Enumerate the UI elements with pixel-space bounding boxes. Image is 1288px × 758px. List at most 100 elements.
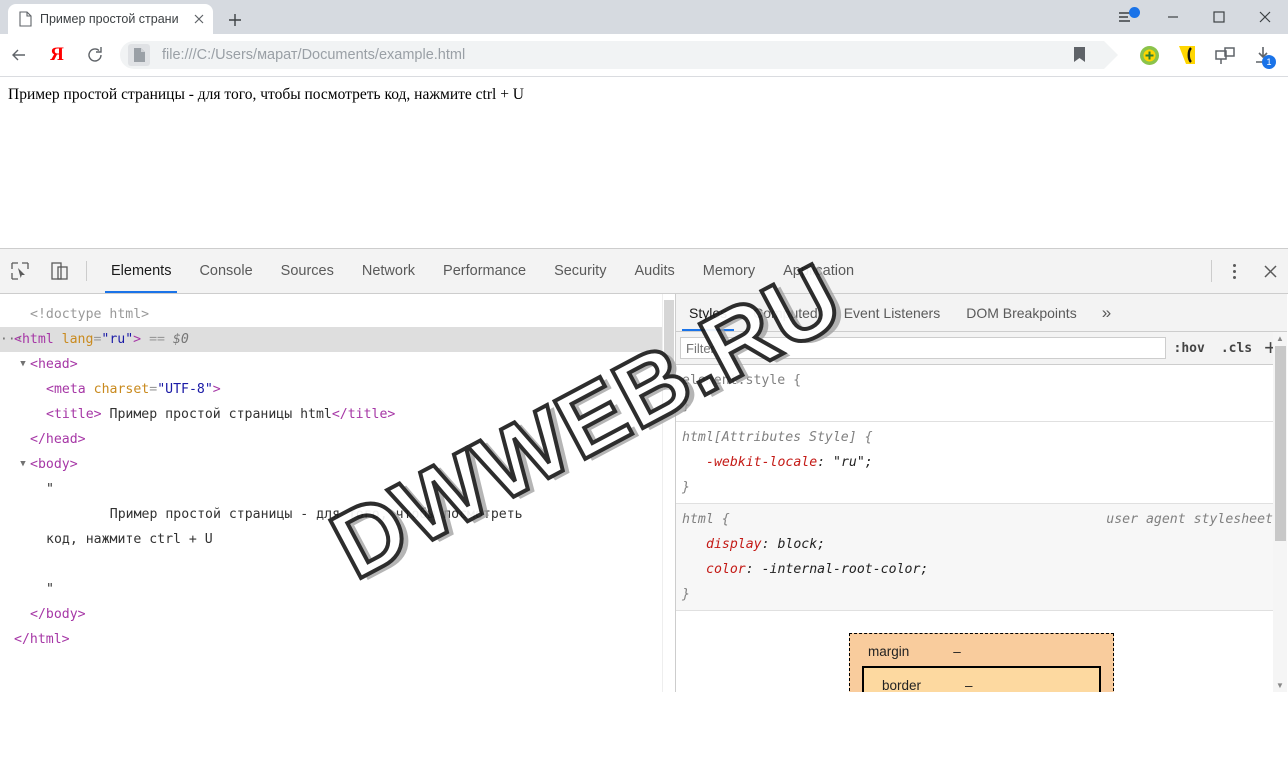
dom-node-line[interactable]: " xyxy=(0,477,675,502)
styles-scrollbar[interactable]: ▲ ▼ xyxy=(1273,332,1287,692)
window-close-button[interactable] xyxy=(1242,0,1288,34)
dom-node-line[interactable]: ▼ <body> xyxy=(0,452,675,477)
declaration-value[interactable]: block; xyxy=(777,537,825,552)
devtools-close-icon[interactable] xyxy=(1252,249,1288,293)
styles-sidebar-tabs: Styles Computed Event Listeners DOM Breakpo… xyxy=(676,294,1287,332)
styles-scrollbar-thumb[interactable] xyxy=(1275,346,1286,541)
tab-network[interactable]: Network xyxy=(348,249,429,293)
dom-tree-pane[interactable]: <!doctype html> ··· <html lang="ru"> == $0… xyxy=(0,294,676,692)
reload-icon[interactable] xyxy=(76,34,114,77)
toolbar-divider xyxy=(1211,260,1212,282)
bookmark-icon[interactable] xyxy=(1073,46,1086,68)
new-tab-button[interactable] xyxy=(222,7,248,33)
declaration-name[interactable]: -webkit-locale xyxy=(706,455,817,470)
style-rule-origin: user agent stylesheet xyxy=(1106,512,1273,527)
expand-arrow-icon[interactable]: ▼ xyxy=(14,352,32,377)
style-rule-selector[interactable]: html[Attributes Style] { xyxy=(682,425,1287,450)
browser-tabstrip: Пример простой страни xyxy=(0,0,1288,34)
dom-node-line[interactable]: </body> xyxy=(0,602,675,627)
dom-scrollbar-thumb[interactable] xyxy=(664,300,674,390)
style-declaration[interactable]: -webkit-locale: "ru"; xyxy=(682,450,1287,475)
dom-node-line[interactable]: Пример простой страницы - для того, чтоб… xyxy=(0,502,675,527)
scroll-up-arrow-icon[interactable]: ▲ xyxy=(1273,332,1287,345)
dom-node-content: код, нажмите ctrl + U xyxy=(46,532,213,547)
adblock-icon[interactable] xyxy=(1130,34,1168,77)
box-model-diagram: margin – border – xyxy=(676,611,1287,692)
dom-node-line[interactable]: <meta charset="UTF-8"> xyxy=(0,377,675,402)
cls-toggle[interactable]: .cls xyxy=(1213,341,1260,356)
dom-node-content: </html> xyxy=(14,632,70,647)
yandex-icon[interactable]: Я xyxy=(38,34,76,77)
tab-performance[interactable]: Performance xyxy=(429,249,540,293)
dom-node-line[interactable]: код, нажмите ctrl + U xyxy=(0,527,675,552)
list-menu-icon[interactable] xyxy=(1104,0,1150,34)
lastpass-icon[interactable] xyxy=(1168,34,1206,77)
omnibox-tail xyxy=(1104,41,1118,69)
dom-node-line[interactable]: ▼ <head> xyxy=(0,352,675,377)
declaration-value[interactable]: -internal-root-color; xyxy=(762,562,929,577)
dom-node-line[interactable]: <title> Пример простой страницы html</ti… xyxy=(0,402,675,427)
style-rule-selector[interactable]: element.style { xyxy=(682,368,1287,393)
window-controls xyxy=(1104,0,1288,34)
box-model-margin[interactable]: margin – border – xyxy=(849,633,1114,692)
address-bar[interactable]: file:///C:/Users/марат/Documents/example… xyxy=(120,41,1118,69)
sidebar-tab-computed[interactable]: Computed xyxy=(740,294,831,331)
browser-toolbar: Я file:///C:/Users/марат/Documents/examp… xyxy=(0,34,1288,77)
screenshot-icon[interactable] xyxy=(1206,34,1244,77)
declaration-name[interactable]: display xyxy=(706,537,762,552)
download-icon[interactable]: 1 xyxy=(1244,34,1282,77)
collapsed-ellipsis-icon[interactable]: ··· xyxy=(0,327,23,352)
dom-node-line[interactable]: ··· <html lang="ru"> == $0 xyxy=(0,327,675,352)
tab-audits[interactable]: Audits xyxy=(620,249,688,293)
styles-filter-bar: :hov .cls + xyxy=(676,332,1287,365)
style-declaration[interactable]: color: -internal-root-color; xyxy=(682,557,1287,582)
dom-scrollbar[interactable] xyxy=(662,294,675,692)
styles-filter-input[interactable] xyxy=(680,337,1166,359)
style-declaration[interactable]: display: block; xyxy=(682,532,1287,557)
margin-value[interactable]: – xyxy=(953,644,961,659)
declaration-value[interactable]: "ru"; xyxy=(833,455,873,470)
box-model-border[interactable]: border – xyxy=(862,666,1101,692)
dom-node-line[interactable]: </head> xyxy=(0,427,675,452)
tab-memory[interactable]: Memory xyxy=(689,249,769,293)
url-text: file:///C:/Users/марат/Documents/example… xyxy=(162,47,466,63)
dom-node-content: <title> Пример простой страницы html</ti… xyxy=(46,407,396,422)
hov-toggle[interactable]: :hov xyxy=(1166,341,1213,356)
dom-node-content: <html lang="ru"> == $0 xyxy=(14,332,189,347)
sidebar-tab-styles[interactable]: Styles xyxy=(676,294,740,331)
style-rule[interactable]: html[Attributes Style] {-webkit-locale: … xyxy=(676,422,1287,504)
dom-node-line[interactable]: <!doctype html> xyxy=(0,302,675,327)
style-rule[interactable]: element.style {} xyxy=(676,365,1287,422)
inspect-cursor-icon[interactable] xyxy=(0,249,40,293)
declaration-name[interactable]: color xyxy=(706,562,746,577)
tab-application[interactable]: Application xyxy=(769,249,868,293)
sidebar-tab-dom-breakpoints[interactable]: DOM Breakpoints xyxy=(953,294,1089,331)
sidebar-tab-event-listeners[interactable]: Event Listeners xyxy=(831,294,954,331)
tab-sources[interactable]: Sources xyxy=(267,249,348,293)
style-rule[interactable]: html {user agent stylesheet display: bloc… xyxy=(676,504,1287,611)
declaration-colon: : xyxy=(761,537,778,552)
tab-security[interactable]: Security xyxy=(540,249,620,293)
styles-rules-list: element.style {} html[Attributes Style] {… xyxy=(676,365,1287,692)
tab-elements[interactable]: Elements xyxy=(97,249,185,293)
close-icon[interactable] xyxy=(191,11,207,27)
maximize-button[interactable] xyxy=(1196,0,1242,34)
toolbar-divider xyxy=(86,261,87,281)
expand-arrow-icon[interactable]: ▼ xyxy=(14,452,32,477)
box-model-border-label: border – xyxy=(864,674,1099,693)
dom-node-line[interactable]: </html> xyxy=(0,627,675,652)
scroll-down-arrow-icon[interactable]: ▼ xyxy=(1273,679,1287,692)
dom-node-content: </body> xyxy=(30,607,86,622)
chevron-double-right-icon[interactable]: » xyxy=(1090,294,1123,331)
vertical-dots-icon[interactable] xyxy=(1216,249,1252,293)
dom-tree: <!doctype html> ··· <html lang="ru"> == $0… xyxy=(0,294,675,652)
tab-console[interactable]: Console xyxy=(185,249,266,293)
dom-node-content: <!doctype html> xyxy=(30,307,150,322)
minimize-button[interactable] xyxy=(1150,0,1196,34)
dom-node-line[interactable] xyxy=(0,552,675,577)
device-toolbar-icon[interactable] xyxy=(40,249,80,293)
browser-tab[interactable]: Пример простой страни xyxy=(8,4,213,34)
back-arrow-icon[interactable] xyxy=(0,34,38,77)
border-value[interactable]: – xyxy=(965,678,973,693)
dom-node-line[interactable]: " xyxy=(0,577,675,602)
